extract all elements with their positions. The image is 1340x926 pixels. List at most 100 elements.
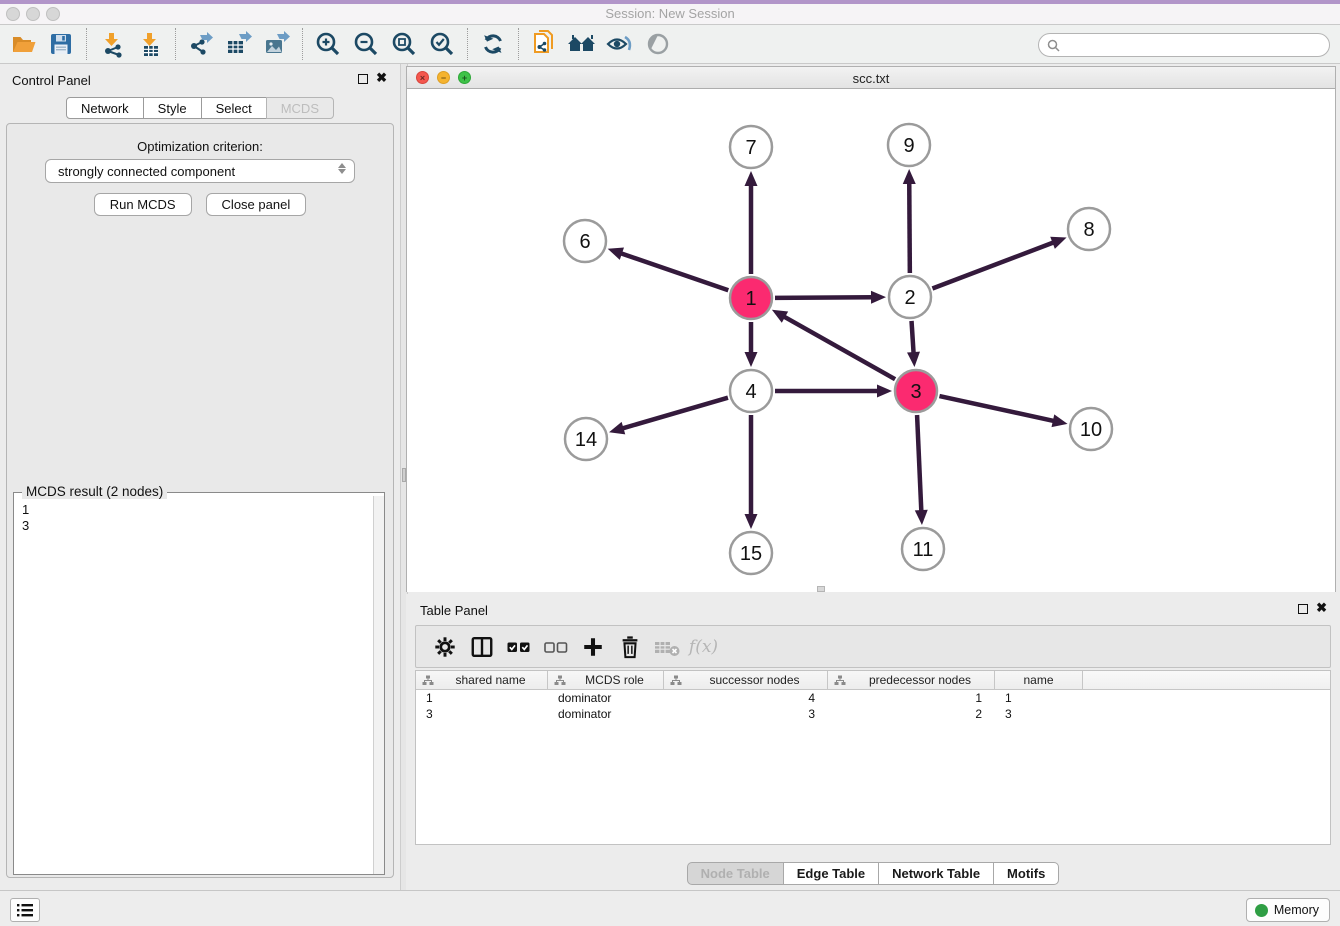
table-toolbar: f(x) [415,625,1331,668]
zoom-fit-icon[interactable] [385,27,423,61]
add-icon[interactable] [574,629,611,665]
column-header-shared-name[interactable]: shared name [416,671,548,689]
statusbar: Memory [0,890,1340,926]
graph-edge-2-3[interactable] [912,321,914,354]
cell-mcds-role[interactable]: dominator [548,690,664,706]
cell-mcds-role[interactable]: dominator [548,706,664,722]
cell-predecessor-nodes[interactable]: 2 [828,706,995,722]
task-history-button[interactable] [10,898,40,922]
column-header-predecessor-nodes[interactable]: predecessor nodes [828,671,995,689]
gear-icon[interactable] [426,629,463,665]
open-folder-icon[interactable] [4,27,42,61]
select-all-checkboxes-icon[interactable] [500,629,537,665]
homes-icon[interactable] [563,27,601,61]
graph-edge-4-14[interactable] [622,398,728,429]
cell-successor-nodes[interactable]: 3 [664,706,828,722]
hierarchy-icon [554,675,566,686]
float-panel-icon[interactable] [358,74,368,84]
birds-eye-view-icon[interactable] [639,27,677,61]
export-network-icon[interactable] [182,27,220,61]
tab-style[interactable]: Style [143,97,202,119]
criterion-value: strongly connected component [58,164,235,179]
graph-node-label: 2 [904,287,915,309]
cell-name[interactable]: 3 [995,706,1083,722]
hierarchy-icon [670,675,682,686]
criterion-select[interactable]: strongly connected component [45,159,355,183]
graph-edge-1-6[interactable] [620,253,728,290]
graph-edge-3-11[interactable] [917,415,921,512]
graph-edge-3-10[interactable] [939,396,1054,421]
tab-network-table[interactable]: Network Table [878,862,994,885]
graph-node-label: 4 [745,381,756,403]
graph-node-label: 1 [745,288,756,310]
delete-column-icon[interactable] [648,629,685,665]
table-tabs: Node Table Edge Table Network Table Moti… [406,862,1340,885]
column-header-mcds-role[interactable]: MCDS role [548,671,664,689]
split-columns-icon[interactable] [463,629,500,665]
documents-share-icon[interactable] [525,27,563,61]
tab-network[interactable]: Network [66,97,144,119]
zoom-in-icon[interactable] [309,27,347,61]
control-panel-title: Control Panel [12,73,91,88]
export-table-icon[interactable] [220,27,258,61]
mcds-result-text[interactable]: 1 3 [14,496,373,874]
function-icon[interactable]: f(x) [685,629,722,665]
zoom-selected-icon[interactable] [423,27,461,61]
table-row[interactable]: 3 dominator 3 2 3 [416,706,1330,722]
graph-edge-1-2[interactable] [775,297,873,298]
close-table-panel-icon[interactable]: ✖ [1316,601,1327,615]
run-mcds-button[interactable]: Run MCDS [94,193,192,216]
cell-name[interactable]: 1 [995,690,1083,706]
graph-arrowhead [1052,414,1068,427]
column-header-name[interactable]: name [995,671,1083,689]
tab-node-table[interactable]: Node Table [687,862,784,885]
memory-button[interactable]: Memory [1246,898,1330,922]
close-panel-icon[interactable]: ✖ [376,71,387,85]
import-table-icon[interactable] [131,27,169,61]
tab-mcds[interactable]: MCDS [266,97,334,119]
network-canvas[interactable]: 1234678910111415 [407,89,1335,592]
graph-edge-2-8[interactable] [932,242,1054,288]
cell-predecessor-nodes[interactable]: 1 [828,690,995,706]
trash-icon[interactable] [611,629,648,665]
cell-shared-name[interactable]: 1 [416,690,548,706]
graph-node-label: 6 [579,231,590,253]
graph-node-label: 8 [1083,219,1094,241]
canvas-splitter-grip[interactable] [817,586,825,592]
graph-arrowhead [609,422,625,434]
graph-arrowhead [871,291,886,304]
graph-edge-3-1[interactable] [783,316,895,379]
graph-node-label: 15 [740,543,762,565]
cell-successor-nodes[interactable]: 4 [664,690,828,706]
graph-edge-2-9[interactable] [909,182,910,273]
graph-node-label: 7 [745,137,756,159]
refresh-icon[interactable] [474,27,512,61]
network-graph[interactable]: 1234678910111415 [407,89,1335,592]
deselect-checkboxes-icon[interactable] [537,629,574,665]
memory-label: Memory [1274,903,1319,917]
column-header-successor-nodes[interactable]: successor nodes [664,671,828,689]
search-input[interactable] [1065,38,1329,52]
hide-graphics-details-icon[interactable] [601,27,639,61]
network-window: × − + scc.txt 1234678910111415 [406,66,1336,592]
tab-select[interactable]: Select [201,97,267,119]
import-network-icon[interactable] [93,27,131,61]
graph-arrowhead [745,352,758,367]
float-table-panel-icon[interactable] [1298,604,1308,614]
graph-arrowhead [745,171,758,186]
result-scrollbar[interactable] [373,496,384,874]
tab-edge-table[interactable]: Edge Table [783,862,879,885]
network-window-titlebar[interactable]: × − + scc.txt [407,67,1335,89]
chevron-up-down-icon [338,163,346,174]
close-panel-button[interactable]: Close panel [206,193,307,216]
table-row[interactable]: 1 dominator 4 1 1 [416,690,1330,706]
zoom-out-icon[interactable] [347,27,385,61]
tab-motifs[interactable]: Motifs [993,862,1059,885]
export-image-icon[interactable] [258,27,296,61]
graph-node-label: 10 [1080,419,1102,441]
graph-arrowhead [1050,237,1066,249]
memory-status-icon [1255,904,1268,917]
cell-shared-name[interactable]: 3 [416,706,548,722]
save-icon[interactable] [42,27,80,61]
node-table: shared name MCDS role successor nodes pr… [415,670,1331,845]
